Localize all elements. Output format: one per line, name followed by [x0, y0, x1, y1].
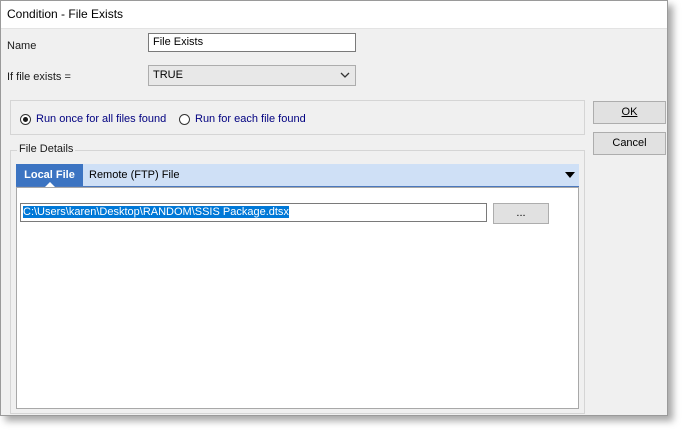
name-input[interactable]: File Exists	[148, 33, 356, 52]
browse-button[interactable]: ...	[493, 203, 549, 224]
cancel-button[interactable]: Cancel	[593, 132, 666, 155]
name-label: Name	[7, 40, 37, 52]
ok-button[interactable]: OK	[593, 101, 666, 124]
radio-selected-icon	[20, 113, 31, 125]
if-file-exists-value: TRUE	[153, 69, 183, 81]
file-source-tabstrip: Local File Remote (FTP) File	[16, 164, 579, 187]
browse-button-label: ...	[516, 207, 526, 219]
run-once-label: Run once for all files found	[36, 113, 167, 125]
chevron-down-icon	[340, 72, 350, 78]
file-path-value: C:\Users\karen\Desktop\RANDOM\SSIS Packa…	[23, 206, 289, 218]
run-mode-group: Run once for all files found Run for eac…	[10, 100, 585, 135]
radio-unselected-icon	[179, 113, 190, 125]
file-details-legend: File Details	[17, 143, 76, 155]
triangle-down-icon[interactable]	[565, 172, 575, 178]
tab-local-file-label: Local File	[24, 169, 75, 181]
ok-button-label: OK	[621, 106, 638, 118]
tab-local-file[interactable]: Local File	[16, 164, 83, 187]
local-file-panel: C:\Users\karen\Desktop\RANDOM\SSIS Packa…	[16, 187, 579, 409]
window-title: Condition - File Exists	[7, 7, 124, 21]
if-file-exists-select[interactable]: TRUE	[148, 65, 356, 86]
tab-remote-ftp-file-label: Remote (FTP) File	[89, 169, 180, 181]
run-each-label: Run for each file found	[195, 113, 306, 125]
file-path-input[interactable]: C:\Users\karen\Desktop\RANDOM\SSIS Packa…	[20, 203, 487, 222]
title-bar[interactable]: Condition - File Exists	[1, 1, 667, 29]
cancel-button-label: Cancel	[612, 137, 647, 149]
dialog-window: Condition - File Exists Name File Exists…	[0, 0, 668, 416]
tab-remote-ftp-file[interactable]: Remote (FTP) File	[89, 164, 179, 186]
run-each-radio[interactable]: Run for each file found	[179, 113, 306, 125]
run-once-radio[interactable]: Run once for all files found	[20, 113, 166, 125]
if-file-exists-label: If file exists =	[7, 71, 71, 83]
